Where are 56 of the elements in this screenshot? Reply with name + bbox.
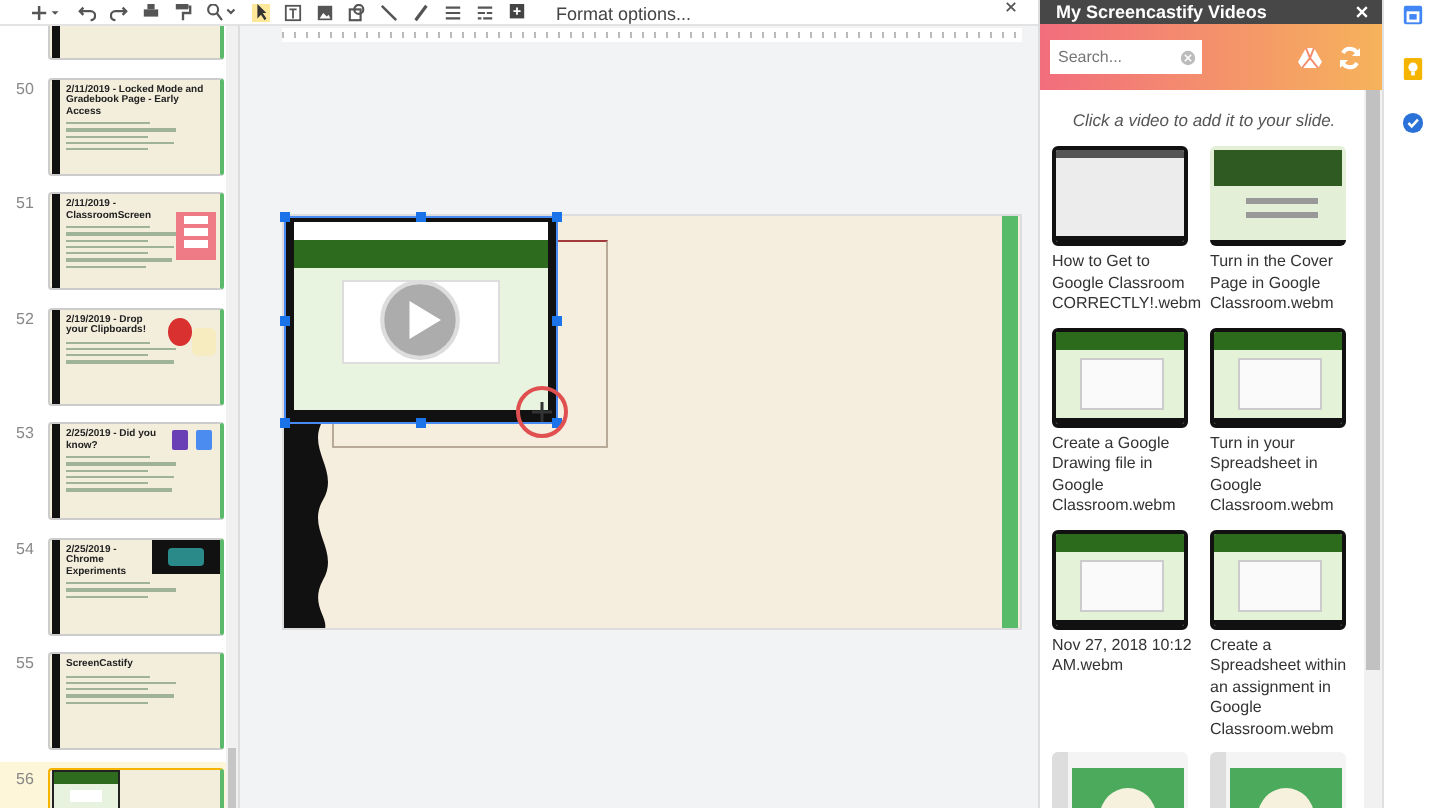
search-field[interactable]: Search... (1050, 40, 1202, 74)
resize-handle[interactable] (280, 418, 290, 428)
slide-number: 56 (16, 769, 34, 787)
check-icon[interactable] (1401, 112, 1423, 134)
video-thumbnail[interactable] (1052, 529, 1188, 629)
format-options-button[interactable]: Format options... (556, 4, 692, 24)
resize-handle[interactable] (280, 212, 290, 222)
print-icon[interactable] (142, 4, 160, 22)
line-spacing-icon[interactable] (476, 4, 494, 22)
resize-handle[interactable] (280, 316, 290, 326)
scrollbar[interactable] (1364, 90, 1382, 808)
video-title: Turn in the Cover Page in Google Classroom.webm (1210, 252, 1336, 315)
slide-number: 55 (16, 654, 34, 672)
cursor-highlight-icon (514, 384, 570, 440)
shape-icon[interactable] (348, 4, 366, 22)
slide-number: 50 (16, 79, 34, 97)
image-icon[interactable] (316, 4, 334, 22)
panel-title: My Screencastify Videos (1056, 4, 1267, 22)
video-object[interactable] (284, 216, 558, 424)
text-box-icon[interactable] (284, 4, 302, 22)
calendar-icon[interactable] (1401, 4, 1423, 26)
resize-handle[interactable] (552, 212, 562, 222)
app-icons-image (172, 430, 212, 450)
zoom-icon[interactable] (206, 4, 238, 22)
redo-icon[interactable] (110, 4, 128, 22)
screenshot-image (52, 769, 120, 808)
add-icon[interactable] (32, 4, 64, 22)
slide-number: 53 (16, 424, 34, 442)
slide-number: 52 (16, 309, 34, 327)
pen-icon[interactable] (412, 4, 430, 22)
video-thumbnail[interactable] (1210, 529, 1346, 629)
panel-hint: Click a video to add it to your slide. (1070, 110, 1338, 130)
line-icon[interactable] (380, 4, 398, 22)
cursor-icon[interactable] (252, 4, 270, 22)
video-title: Create a Google Drawing file in Google Classroom.webm (1052, 433, 1178, 517)
video-title: Turn in your Spreadsheet in Google Classroom.webm (1210, 433, 1336, 517)
slide-number: 54 (16, 539, 34, 557)
undo-icon[interactable] (78, 4, 96, 22)
video-title: How to Get to Google Classroom CORRECTLY!.webm (1052, 252, 1204, 315)
resize-handle[interactable] (552, 418, 562, 428)
add-comment-icon[interactable] (508, 4, 526, 22)
video-thumbnail[interactable] (1052, 327, 1188, 427)
slide-number: 51 (16, 194, 34, 212)
video-thumbnail[interactable] (1210, 146, 1346, 246)
video-thumbnail[interactable] (1210, 327, 1346, 427)
resize-handle[interactable] (416, 212, 426, 222)
paint-format-icon[interactable] (174, 4, 192, 22)
close-icon[interactable] (1004, 0, 1018, 14)
video-title: Create a Spreadsheet within an assignment in Google Classroom.webm (1210, 635, 1349, 740)
sign-image (176, 212, 216, 260)
align-icon[interactable] (444, 4, 462, 22)
resize-handle[interactable] (416, 418, 426, 428)
video-thumbnail[interactable] (1052, 146, 1188, 246)
video-title: Nov 27, 2018 10:12 AM.webm (1052, 635, 1194, 677)
video-image (152, 539, 220, 573)
resize-handle[interactable] (552, 316, 562, 326)
